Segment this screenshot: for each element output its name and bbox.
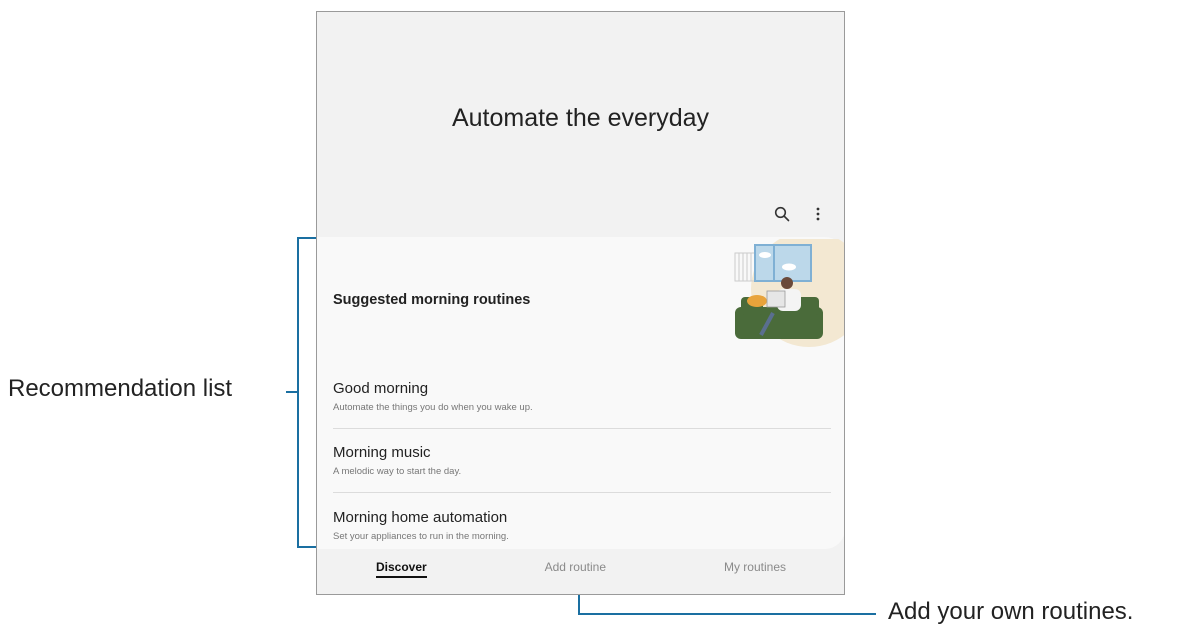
tab-add-routine[interactable]: Add routine: [545, 560, 606, 576]
search-icon[interactable]: [772, 204, 792, 224]
routine-title: Morning home automation: [333, 509, 508, 526]
bottom-navigation: Discover Add routine My routines: [317, 560, 844, 590]
list-item[interactable]: Morning music A melodic way to start the…: [333, 444, 831, 477]
routine-subtitle: Automate the things you do when you wake…: [333, 402, 533, 413]
page-title: Automate the everyday: [451, 104, 710, 132]
tab-discover[interactable]: Discover: [375, 560, 427, 578]
toolbar: [772, 204, 828, 224]
routine-title: Good morning: [333, 380, 429, 397]
callout-add-routine: Add your own routines.: [888, 598, 1134, 625]
callout-line-horizontal: [578, 613, 876, 615]
tab-my-routines[interactable]: My routines: [724, 560, 786, 576]
more-vertical-icon[interactable]: [808, 204, 828, 224]
divider: [333, 492, 831, 493]
list-item[interactable]: Good morning Automate the things you do …: [333, 380, 831, 413]
divider: [333, 428, 831, 429]
callout-bracket: [297, 237, 299, 548]
recommendation-list: Suggested morning routines Good morning …: [317, 237, 844, 549]
morning-reading-illustration: [734, 239, 844, 347]
routine-subtitle: Set your appliances to run in the mornin…: [333, 531, 509, 542]
phone-screen: Automate the everyday Suggested morning …: [316, 11, 845, 595]
recommendation-header: Suggested morning routines: [333, 292, 531, 308]
callout-recommendation-list: Recommendation list: [8, 375, 233, 402]
routine-subtitle: A melodic way to start the day.: [333, 466, 462, 477]
list-item[interactable]: Morning home automation Set your applian…: [333, 509, 831, 542]
routine-title: Morning music: [333, 444, 431, 461]
